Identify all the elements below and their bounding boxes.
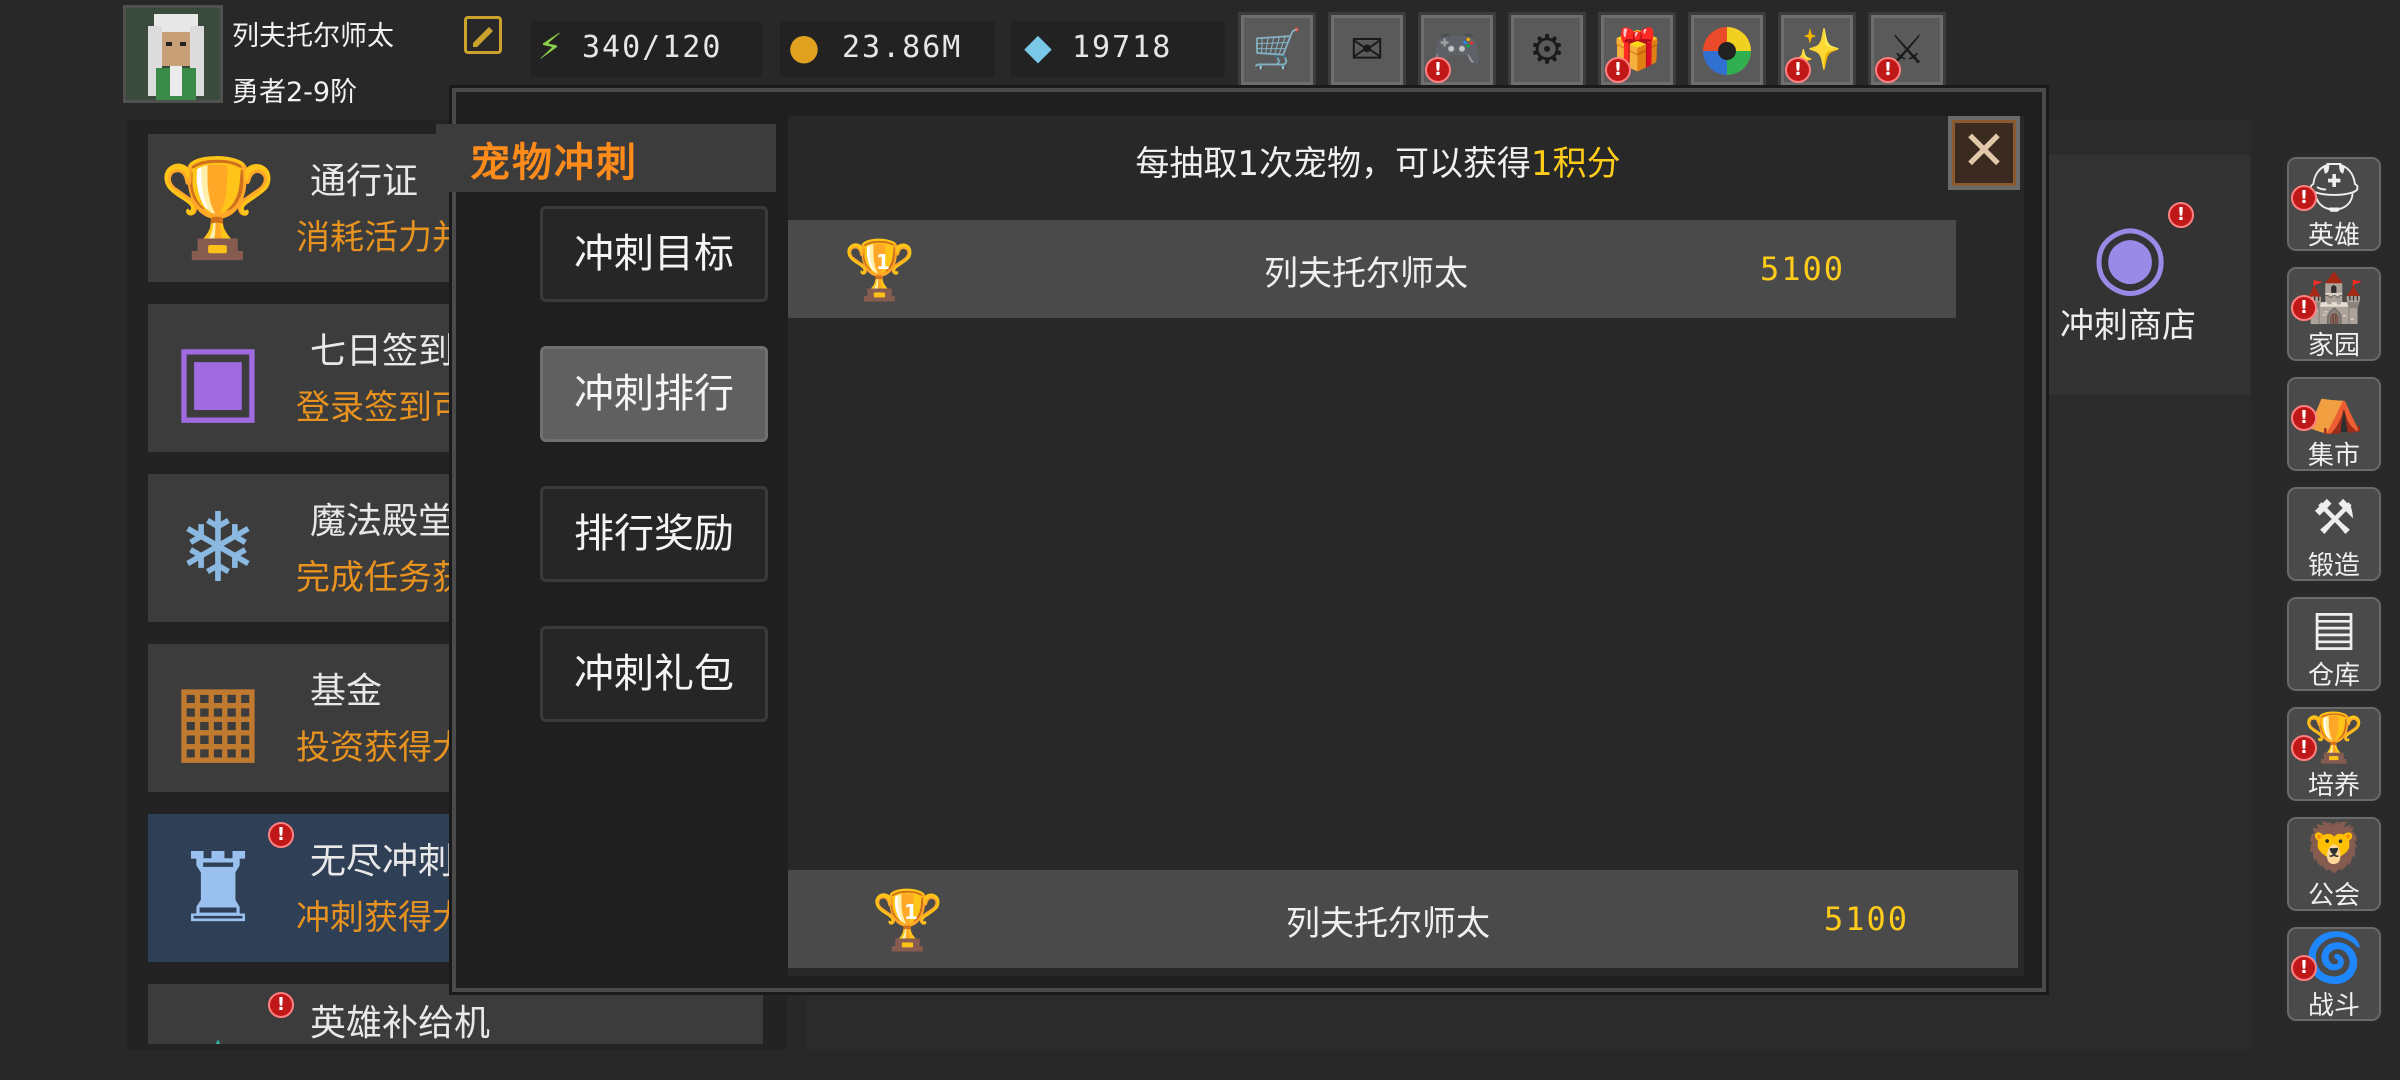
sidebar-label: 英雄 xyxy=(2307,221,2360,251)
guild-icon: 🦁 xyxy=(2304,820,2364,876)
diamond-icon: ◆ xyxy=(1024,27,1052,68)
energy-icon: ⚡ xyxy=(537,27,563,68)
event-title: 无尽冲刺 xyxy=(310,841,455,882)
event-subtitle: 投资获得大 xyxy=(296,728,466,768)
gold-value: 23.86M xyxy=(842,30,963,65)
alert-badge: ! xyxy=(2291,185,2317,211)
alert-badge: ! xyxy=(2291,405,2317,431)
sidebar-label: 集市 xyxy=(2307,441,2360,471)
event-title: 英雄补给机 xyxy=(310,1003,491,1044)
event-subtitle: 登录签到可 xyxy=(296,388,466,428)
sidebar-item-forge[interactable]: ⚒ 锻造 xyxy=(2284,484,2384,584)
sidebar-item-cultivate[interactable]: 🏆! 培养 xyxy=(2284,704,2384,804)
color-wheel-button[interactable] xyxy=(1688,12,1766,88)
event-subtitle: 完成任务获 xyxy=(296,558,466,598)
sidebar-item-battle[interactable]: 🌀! 战斗 xyxy=(2284,924,2384,1024)
edit-name-button[interactable] xyxy=(464,16,502,54)
alert-badge: ! xyxy=(2291,955,2317,981)
hero-portrait-icon xyxy=(126,8,220,100)
close-button[interactable]: ✕ xyxy=(1948,116,2020,190)
gear-icon: ⚙ xyxy=(1529,27,1565,73)
rank-number: 1 xyxy=(876,250,890,274)
event-item-hero-supply[interactable]: ▲ ! 英雄补给机 xyxy=(148,984,763,1044)
sprint-shop-label: 冲刺商店 xyxy=(2060,306,2196,346)
player-avatar[interactable] xyxy=(123,5,223,103)
firework-button[interactable]: ✨! xyxy=(1778,12,1856,88)
sidebar-item-home[interactable]: 🏰! 家园 xyxy=(2284,264,2384,364)
mail-icon: ✉ xyxy=(1350,27,1384,73)
ranking-player-name: 列夫托尔师太 xyxy=(1264,254,1468,294)
sidebar-label: 公会 xyxy=(2307,881,2360,911)
golden-chalice-icon: 🏆 xyxy=(158,152,278,264)
energy-value: 340/120 xyxy=(582,30,723,65)
sidebar-label: 仓库 xyxy=(2307,661,2360,691)
warehouse-icon: ▤ xyxy=(2311,600,2357,656)
close-x-icon: ✕ xyxy=(1961,119,2007,182)
cart-icon: 🛒 xyxy=(1252,27,1302,73)
sidebar-label: 培养 xyxy=(2307,771,2360,801)
alert-badge: ! xyxy=(268,992,294,1018)
shop-cart-button[interactable]: 🛒 xyxy=(1238,12,1316,88)
player-name: 列夫托尔师太 xyxy=(232,21,394,52)
alert-badge: ! xyxy=(1785,57,1811,83)
self-player-name: 列夫托尔师太 xyxy=(1286,904,1490,944)
tab-sprint-pack[interactable]: 冲刺礼包 xyxy=(540,626,768,722)
player-rank: 勇者2-9阶 xyxy=(232,77,358,108)
diamond-value: 19718 xyxy=(1072,30,1173,65)
anvil-icon: ⚒ xyxy=(2312,490,2356,546)
sidebar-item-market[interactable]: ⛺! 集市 xyxy=(2284,374,2384,474)
event-title: 魔法殿堂 xyxy=(310,501,455,542)
event-title: 基金 xyxy=(310,671,383,712)
alert-badge: ! xyxy=(1875,57,1901,83)
battle-sword-button[interactable]: ⚔! xyxy=(1868,12,1946,88)
gold-coin-icon: ● xyxy=(788,27,820,68)
sidebar-label: 战斗 xyxy=(2307,991,2360,1021)
sidebar-item-warehouse[interactable]: ▤ 仓库 xyxy=(2284,594,2384,694)
self-ranking-row: 🏆 1 列夫托尔师太 5100 xyxy=(788,870,2018,968)
rank-number: 1 xyxy=(904,900,918,924)
ranking-score: 5100 xyxy=(1760,250,1846,288)
modal-title: 宠物冲刺 xyxy=(470,140,638,186)
edit-icon xyxy=(473,27,493,47)
alert-badge: ! xyxy=(1425,57,1451,83)
tab-sprint-ranking[interactable]: 冲刺排行 xyxy=(540,346,768,442)
score-info-text: 每抽取1次宠物，可以获得 xyxy=(1135,144,1531,184)
money-chest-icon: ▦ xyxy=(172,662,264,774)
event-title: 通行证 xyxy=(310,161,419,202)
color-wheel-icon xyxy=(1703,27,1751,75)
minigame-button[interactable]: 🎮! xyxy=(1418,12,1496,88)
sidebar-label: 锻造 xyxy=(2307,551,2360,581)
alert-badge: ! xyxy=(2168,202,2194,228)
ice-crystal-icon: ❄ xyxy=(177,492,259,604)
sidebar-item-hero[interactable]: ⛑! 英雄 xyxy=(2284,154,2384,254)
treasure-chest-icon: ▣ xyxy=(172,322,264,434)
event-title: 七日签到 xyxy=(310,331,455,372)
ranking-row: 🏆 1 列夫托尔师太 5100 xyxy=(788,220,1956,318)
gift-button[interactable]: 🎁! xyxy=(1598,12,1676,88)
score-info-highlight: 1积分 xyxy=(1531,144,1621,184)
tab-ranking-rewards[interactable]: 排行奖励 xyxy=(540,486,768,582)
alert-badge: ! xyxy=(1605,57,1631,83)
settings-button[interactable]: ⚙ xyxy=(1508,12,1586,88)
self-score: 5100 xyxy=(1824,900,1910,938)
tab-sprint-target[interactable]: 冲刺目标 xyxy=(540,206,768,302)
sidebar-label: 家园 xyxy=(2307,331,2360,361)
supply-machine-icon: ▲ xyxy=(158,1004,278,1044)
alert-badge: ! xyxy=(268,822,294,848)
sidebar-item-guild[interactable]: 🦁 公会 xyxy=(2284,814,2384,914)
alert-badge: ! xyxy=(2291,735,2317,761)
mail-button[interactable]: ✉ xyxy=(1328,12,1406,88)
score-info: 每抽取1次宠物，可以获得1积分 xyxy=(788,136,1968,185)
event-subtitle: 消耗活力并 xyxy=(296,218,466,258)
event-subtitle: 冲刺获得大 xyxy=(296,898,466,938)
alert-badge: ! xyxy=(2291,295,2317,321)
crystal-armor-icon: ♜ xyxy=(174,832,262,944)
